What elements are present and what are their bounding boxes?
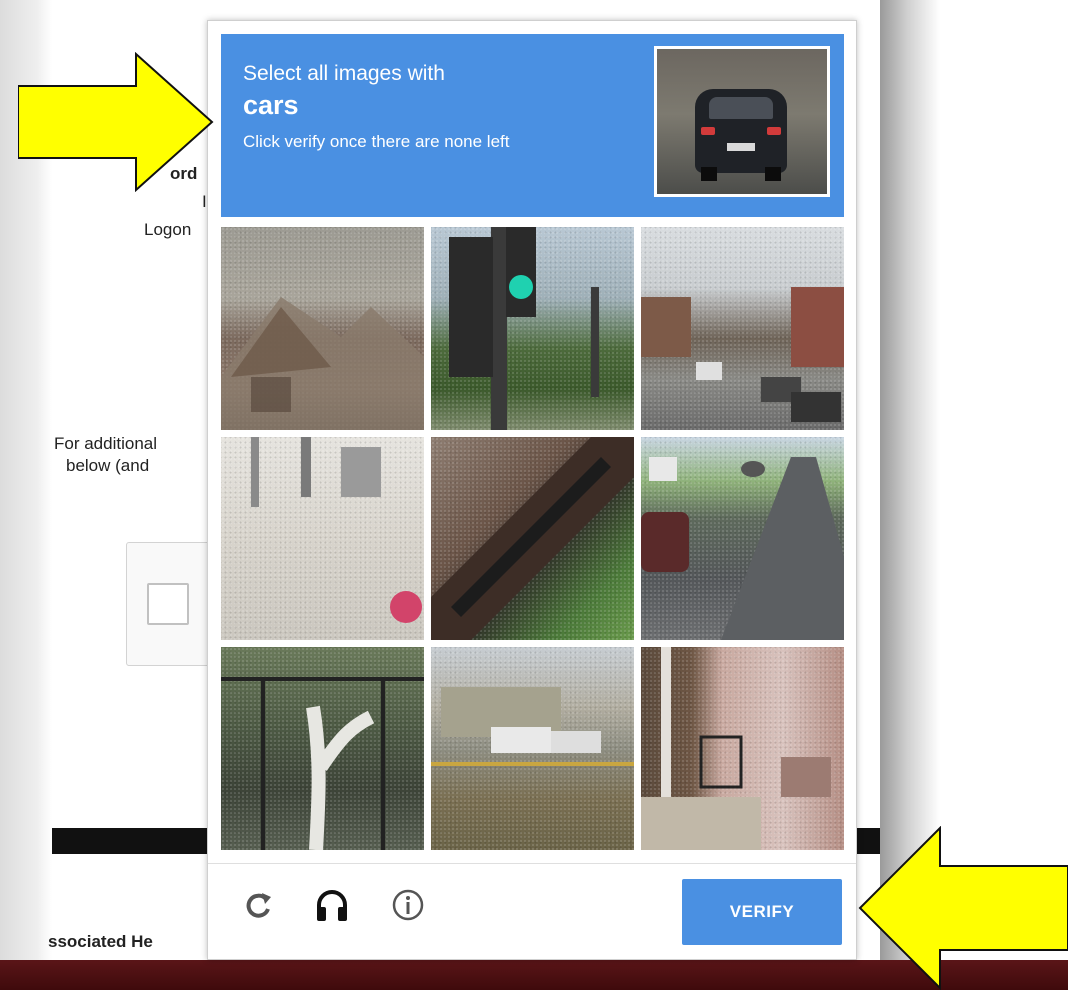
- car-tire: [701, 167, 717, 181]
- car-taillight: [701, 127, 715, 135]
- car-tire: [765, 167, 781, 181]
- parked-trucks-image[interactable]: [431, 647, 634, 850]
- instruction-text: Select all images with: [243, 62, 445, 85]
- bg-text-fragment: For additional: [54, 434, 158, 453]
- house-image[interactable]: [221, 227, 424, 430]
- car-taillight: [767, 127, 781, 135]
- image-grid: [221, 227, 844, 851]
- bg-text-fragment: Logon: [144, 220, 192, 239]
- car-plate: [727, 143, 755, 151]
- captcha-header: Select all images with cars Click verify…: [221, 34, 844, 217]
- bg-text-fragment: below (and: [66, 456, 150, 475]
- arrow-annotation-right: [18, 52, 214, 192]
- page-shadow-right: [880, 0, 940, 960]
- captcha-challenge-dialog: Select all images with cars Click verify…: [207, 20, 857, 960]
- building-entrance-image[interactable]: [641, 647, 844, 850]
- tree-and-fence-image[interactable]: [221, 647, 424, 850]
- recaptcha-checkbox[interactable]: [147, 583, 189, 625]
- reload-icon[interactable]: [238, 885, 278, 925]
- sample-car-image: [654, 46, 830, 197]
- road-with-cars-image[interactable]: [641, 437, 844, 640]
- street-with-cars-image[interactable]: [641, 227, 844, 430]
- traffic-light-image[interactable]: [431, 227, 634, 430]
- headphones-icon[interactable]: [312, 885, 352, 925]
- info-icon[interactable]: [388, 885, 428, 925]
- building-wall-image[interactable]: [221, 437, 424, 640]
- car-window-shape: [709, 97, 773, 119]
- bg-footer-text: ssociated He: [48, 932, 153, 951]
- bus-shelter-roof-image[interactable]: [431, 437, 634, 640]
- instruction-subtext: Click verify once there are none left: [243, 132, 510, 151]
- target-object-label: cars: [243, 90, 299, 120]
- verify-button[interactable]: VERIFY: [682, 879, 842, 945]
- arrow-annotation-left: [858, 826, 1068, 990]
- footer-divider: [208, 863, 856, 864]
